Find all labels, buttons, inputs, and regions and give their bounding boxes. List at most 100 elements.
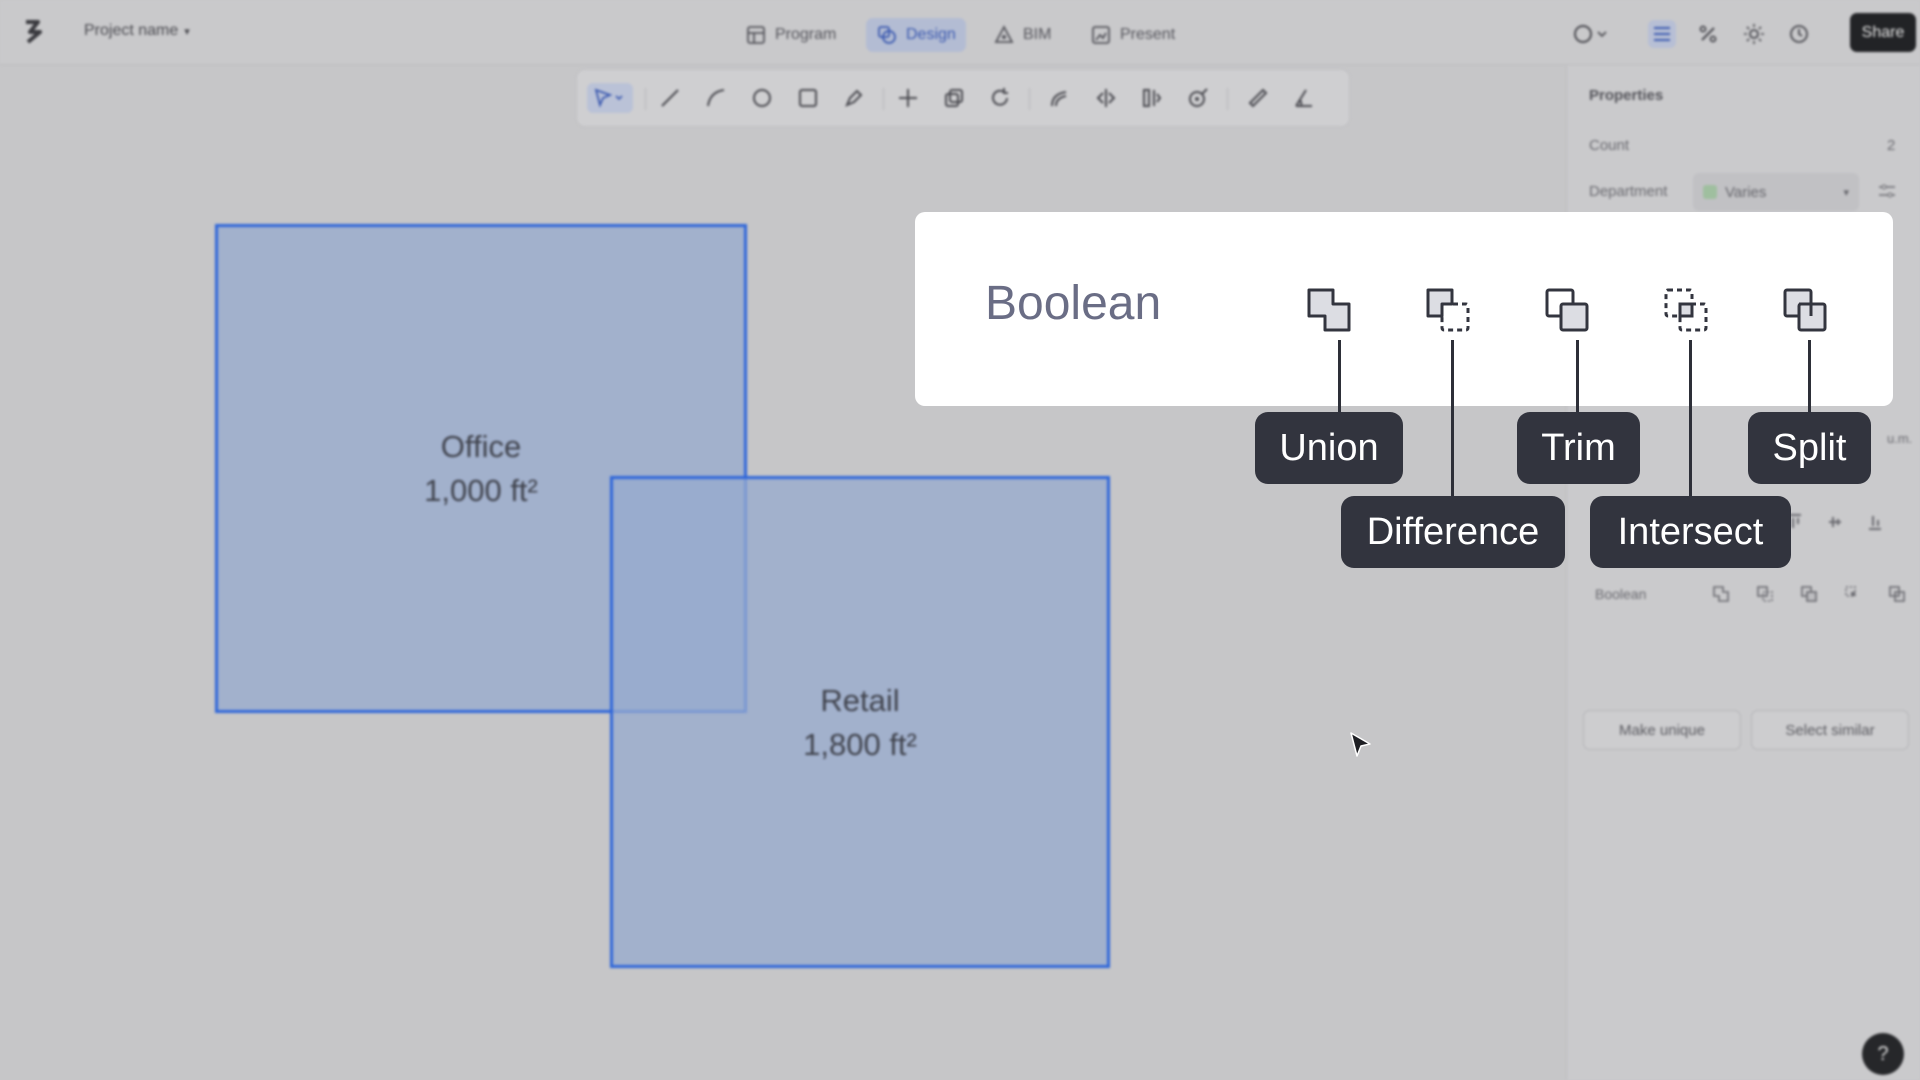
align-middle-icon[interactable] <box>1827 513 1843 531</box>
align-bottom-icon[interactable] <box>1867 513 1883 531</box>
sliders-icon <box>1879 184 1895 198</box>
pen-icon <box>845 89 863 107</box>
comments-dropdown[interactable] <box>1568 20 1612 48</box>
snap-tool-button[interactable] <box>1183 83 1213 113</box>
measure-button[interactable] <box>1694 20 1722 48</box>
count-label: Count <box>1589 137 1630 154</box>
move-tool-button[interactable] <box>893 83 923 113</box>
union-icon[interactable] <box>1711 584 1731 604</box>
theme-button[interactable] <box>1740 20 1768 48</box>
chat-bubble-icon <box>1574 25 1607 43</box>
move-icon <box>899 89 917 107</box>
union-leader-line <box>1338 340 1341 412</box>
union-pill: Union <box>1255 412 1403 484</box>
bim-icon <box>994 25 1014 43</box>
trim-pill: Trim <box>1517 412 1640 484</box>
toolbar-divider <box>883 88 884 110</box>
split-pill: Split <box>1748 412 1871 484</box>
department-value: Varies <box>1725 183 1767 201</box>
intersect-pill: Intersect <box>1590 496 1791 568</box>
drawing-toolbar <box>576 69 1350 127</box>
office-label: Office 1,000 ft² <box>215 425 747 513</box>
list-icon <box>1654 27 1670 41</box>
percent-icon <box>1699 25 1717 43</box>
intersect-icon[interactable] <box>1662 286 1712 336</box>
difference-leader-line <box>1451 340 1454 496</box>
tab-program-label: Program <box>775 26 837 43</box>
rotate-tool-button[interactable] <box>985 83 1015 113</box>
select-similar-button[interactable]: Select similar <box>1751 710 1909 750</box>
arc-tool-button[interactable] <box>701 83 731 113</box>
boolean-title: Boolean <box>985 277 1162 330</box>
measure-tool-button[interactable] <box>1243 83 1273 113</box>
trim-icon[interactable] <box>1799 584 1819 604</box>
intersect-leader-line <box>1689 340 1692 496</box>
sun-icon <box>1744 24 1764 44</box>
copy-icon <box>945 89 963 107</box>
align-icon <box>1143 89 1162 107</box>
department-color-swatch <box>1703 185 1717 199</box>
list-view-button[interactable] <box>1648 20 1676 48</box>
office-name: Office <box>440 429 522 464</box>
split-leader-line <box>1808 340 1811 412</box>
toolbar-divider <box>1227 88 1228 110</box>
clock-icon <box>1790 25 1808 43</box>
present-icon <box>1092 26 1110 44</box>
align-tool-button[interactable] <box>1137 83 1167 113</box>
line-tool-button[interactable] <box>655 83 685 113</box>
table-icon <box>747 26 765 44</box>
split-icon[interactable] <box>1781 286 1831 336</box>
properties-title: Properties <box>1589 87 1664 104</box>
trim-icon[interactable] <box>1543 286 1593 336</box>
project-name-label: Project name <box>84 22 179 39</box>
top-bar: Project name ▾ Program Design BIM Presen… <box>0 0 1920 65</box>
toolbar-divider <box>1029 88 1030 110</box>
mirror-tool-button[interactable] <box>1091 83 1121 113</box>
share-button[interactable]: Share <box>1850 13 1916 52</box>
difference-icon[interactable] <box>1755 584 1775 604</box>
offset-tool-button[interactable] <box>1045 83 1075 113</box>
offset-icon <box>1051 91 1067 107</box>
circle-tool-button[interactable] <box>747 83 777 113</box>
boolean-callout-card: Boolean <box>915 212 1893 406</box>
align-buttons <box>1787 513 1917 535</box>
help-button[interactable]: ? <box>1862 1033 1904 1075</box>
difference-icon[interactable] <box>1424 286 1474 336</box>
filter-button[interactable] <box>1877 181 1901 203</box>
boolean-section-label: Boolean <box>1595 586 1647 602</box>
tab-design[interactable]: Design <box>866 18 966 52</box>
shapes-icon <box>878 26 896 44</box>
mouse-cursor-icon <box>1350 732 1371 757</box>
history-button[interactable] <box>1785 20 1813 48</box>
chevron-down-icon: ▾ <box>1843 186 1849 199</box>
trim-leader-line <box>1576 340 1579 412</box>
union-icon[interactable] <box>1305 286 1355 336</box>
chevron-down-icon: ▾ <box>184 25 190 38</box>
retail-area: 1,800 ft² <box>803 727 917 762</box>
draw-tool-button[interactable] <box>839 83 869 113</box>
intersect-icon[interactable] <box>1843 584 1863 604</box>
difference-pill: Difference <box>1341 496 1565 568</box>
select-tool-button[interactable] <box>587 83 633 113</box>
department-label: Department <box>1589 183 1668 200</box>
mirror-icon <box>1096 89 1116 107</box>
retail-name: Retail <box>820 683 900 718</box>
unit-label: u.m. <box>1887 431 1913 446</box>
line-icon <box>661 89 679 107</box>
angle-icon <box>1295 89 1312 107</box>
tab-bim[interactable]: BIM <box>983 18 1061 52</box>
rectangle-icon <box>799 89 817 107</box>
tab-present[interactable]: Present <box>1080 18 1185 52</box>
split-icon[interactable] <box>1887 584 1907 604</box>
tab-program[interactable]: Program <box>735 18 846 52</box>
app-logo-icon[interactable] <box>20 18 46 46</box>
project-name-dropdown[interactable]: Project name ▾ <box>84 22 190 40</box>
angle-tool-button[interactable] <box>1289 83 1319 113</box>
department-select[interactable]: Varies ▾ <box>1693 173 1859 211</box>
ruler-icon <box>1248 88 1268 108</box>
make-unique-button[interactable]: Make unique <box>1583 710 1741 750</box>
tab-present-label: Present <box>1120 26 1176 43</box>
rectangle-tool-button[interactable] <box>793 83 823 113</box>
copy-tool-button[interactable] <box>939 83 969 113</box>
tab-bim-label: BIM <box>1023 26 1052 43</box>
